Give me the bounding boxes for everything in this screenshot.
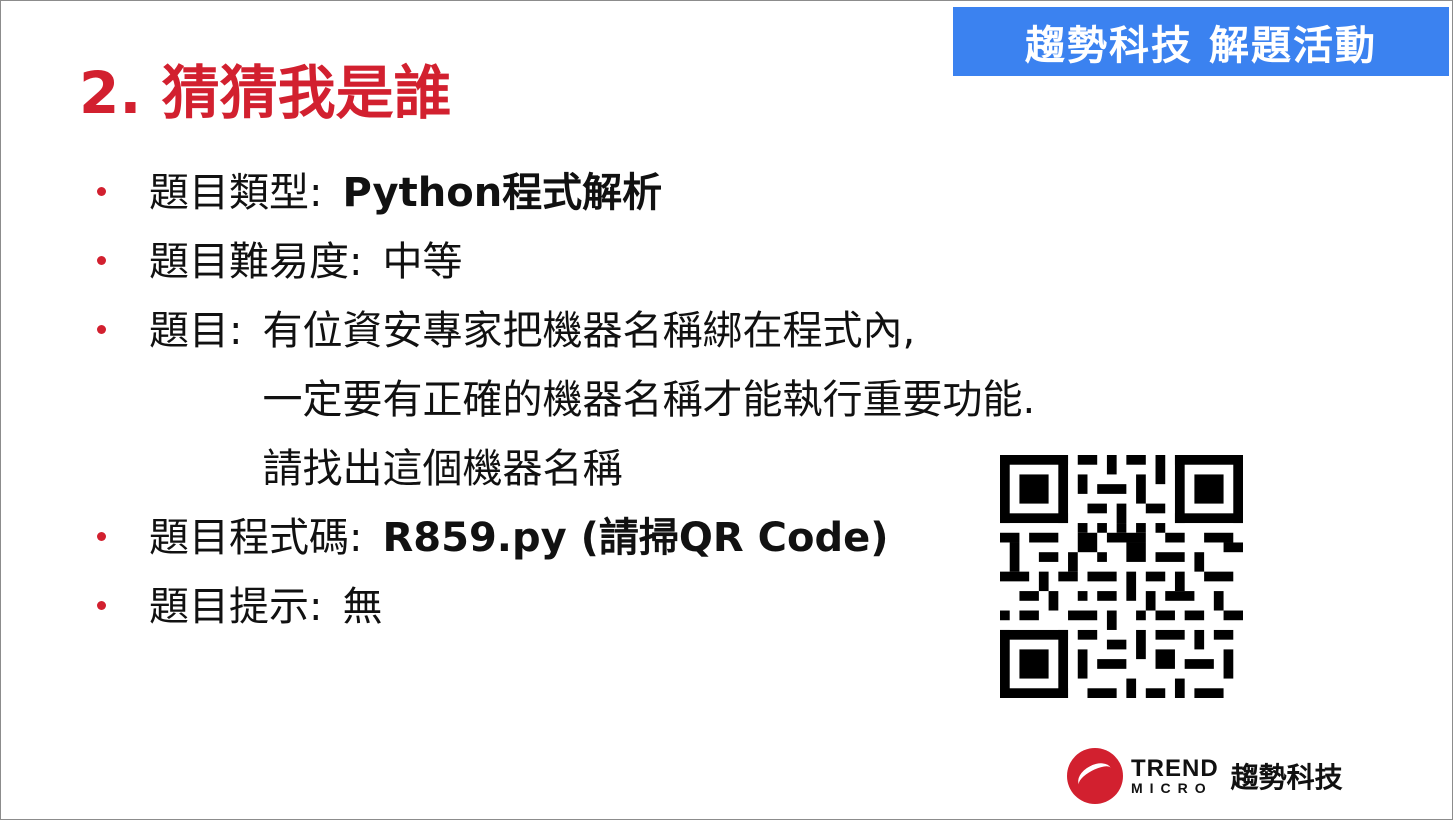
hint-label: 題目提示 <box>149 584 309 630</box>
brand-chinese-name: 趨勢科技 <box>1230 761 1343 794</box>
page-title: 2. 猜猜我是誰 <box>79 59 452 127</box>
activity-banner: 趨勢科技 解題活動 <box>953 7 1449 76</box>
brand-trend-text: TREND <box>1131 755 1219 782</box>
qr-code-icon <box>1000 455 1243 698</box>
challenge-type-value: Python程式解析 <box>342 170 663 216</box>
source-code-separator: : <box>349 515 363 561</box>
source-code-label: 題目程式碼 <box>149 515 349 561</box>
qr-code[interactable] <box>1000 455 1243 698</box>
question-text: 有位資安專家把機器名稱綁在程式內, 一定要有正確的機器名稱才能執行重要功能. 請… <box>262 297 1035 504</box>
bullet-dot-icon <box>97 256 106 265</box>
brand-wordmark: TREND MICRO <box>1131 755 1219 796</box>
difficulty-separator: : <box>349 239 363 285</box>
hint-separator: : <box>309 584 323 630</box>
bullet-dot-icon <box>97 325 106 334</box>
question-label: 題目 <box>149 308 229 354</box>
question-separator: : <box>229 308 243 354</box>
question-line-3: 請找出這個機器名稱 <box>262 446 623 492</box>
hint-value: 無 <box>342 584 383 630</box>
difficulty-item: 題目難易度: 中等 <box>91 228 1271 297</box>
bullet-dot-icon <box>97 532 106 541</box>
challenge-type-label: 題目類型 <box>149 170 309 216</box>
presentation-slide: 趨勢科技 解題活動 2. 猜猜我是誰 題目類型: Python程式解析 題目難易度… <box>0 0 1453 820</box>
question-line-2: 一定要有正確的機器名稱才能執行重要功能. <box>262 377 1036 423</box>
brand-micro-text: MICRO <box>1131 780 1213 796</box>
source-code-value: R859.py (請掃QR Code) <box>382 515 889 561</box>
trend-micro-logo-icon <box>1067 748 1123 804</box>
bullet-dot-icon <box>97 187 106 196</box>
difficulty-label: 題目難易度 <box>149 239 349 285</box>
logo-swoosh-icon <box>1073 757 1117 795</box>
challenge-type-separator: : <box>309 170 323 216</box>
bullet-dot-icon <box>97 601 106 610</box>
difficulty-value: 中等 <box>382 239 463 285</box>
challenge-type-item: 題目類型: Python程式解析 <box>91 159 1271 228</box>
question-line-1: 有位資安專家把機器名稱綁在程式內, <box>262 308 916 354</box>
trend-micro-brand: TREND MICRO 趨勢科技 <box>1067 747 1367 805</box>
